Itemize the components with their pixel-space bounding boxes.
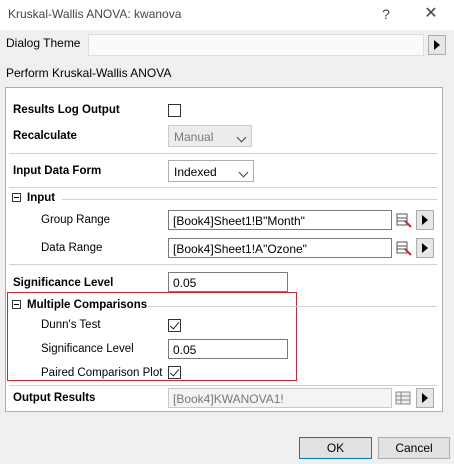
input-data-form-label: Input Data Form — [13, 165, 102, 177]
multiple-comparisons-label: Multiple Comparisons — [27, 299, 148, 311]
range-picker-icon[interactable] — [396, 240, 412, 256]
paired-comparison-plot-label: Paired Comparison Plot — [41, 367, 163, 379]
output-results-input[interactable]: [Book4]KWANOVA1! — [168, 388, 392, 408]
close-button[interactable]: ✕ — [416, 3, 446, 25]
divider — [62, 199, 437, 200]
window-title: Kruskal-Wallis ANOVA: kwanova — [8, 7, 182, 21]
mc-significance-level-label: Significance Level — [41, 343, 134, 355]
collapse-input-icon[interactable] — [12, 193, 21, 202]
results-log-output-label: Results Log Output — [13, 104, 120, 116]
divider — [148, 306, 437, 307]
dunns-test-checkbox[interactable] — [168, 319, 181, 332]
results-log-output-checkbox[interactable] — [168, 104, 181, 117]
dunns-test-label: Dunn's Test — [41, 319, 101, 331]
paired-comparison-plot-checkbox[interactable] — [168, 366, 181, 379]
data-range-label: Data Range — [41, 242, 103, 254]
dialog-theme-label: Dialog Theme — [6, 36, 81, 50]
input-data-form-select[interactable]: Indexed — [168, 160, 254, 182]
dialog-theme-field[interactable] — [88, 34, 424, 56]
recalculate-label: Recalculate — [13, 130, 77, 142]
dialog-theme-menu-button[interactable] — [428, 35, 446, 55]
cancel-button[interactable]: Cancel — [378, 437, 450, 459]
triangle-right-icon — [422, 243, 428, 253]
divider — [9, 187, 437, 188]
group-range-menu-button[interactable] — [416, 210, 434, 230]
divider — [9, 264, 437, 265]
collapse-multiple-comparisons-icon[interactable] — [12, 300, 21, 309]
input-group-label: Input — [27, 192, 56, 204]
title-bar: Kruskal-Wallis ANOVA: kwanova ? ✕ — [0, 0, 454, 30]
check-icon — [169, 366, 180, 377]
triangle-right-icon — [434, 40, 440, 50]
triangle-right-icon — [422, 215, 428, 225]
significance-level-input[interactable]: 0.05 — [168, 272, 288, 292]
recalculate-select[interactable]: Manual — [168, 125, 252, 147]
check-icon — [169, 319, 180, 330]
help-button[interactable]: ? — [375, 4, 397, 24]
group-range-label: Group Range — [41, 214, 111, 226]
triangle-right-icon — [422, 393, 428, 403]
output-results-label: Output Results — [13, 392, 96, 404]
output-results-menu-button[interactable] — [416, 388, 434, 408]
range-picker-icon[interactable] — [396, 212, 412, 228]
group-range-input[interactable]: [Book4]Sheet1!B"Month" — [168, 210, 392, 230]
data-range-input[interactable]: [Book4]Sheet1!A"Ozone" — [168, 238, 392, 258]
data-range-menu-button[interactable] — [416, 238, 434, 258]
description-label: Perform Kruskal-Wallis ANOVA — [6, 66, 172, 80]
mc-significance-level-input[interactable]: 0.05 — [168, 339, 288, 359]
significance-level-label: Significance Level — [13, 277, 114, 289]
ok-button[interactable]: OK — [299, 437, 372, 459]
table-icon[interactable] — [395, 390, 411, 406]
divider — [9, 153, 437, 154]
divider — [9, 385, 437, 386]
chevron-down-icon — [238, 167, 249, 178]
chevron-down-icon — [236, 132, 247, 143]
